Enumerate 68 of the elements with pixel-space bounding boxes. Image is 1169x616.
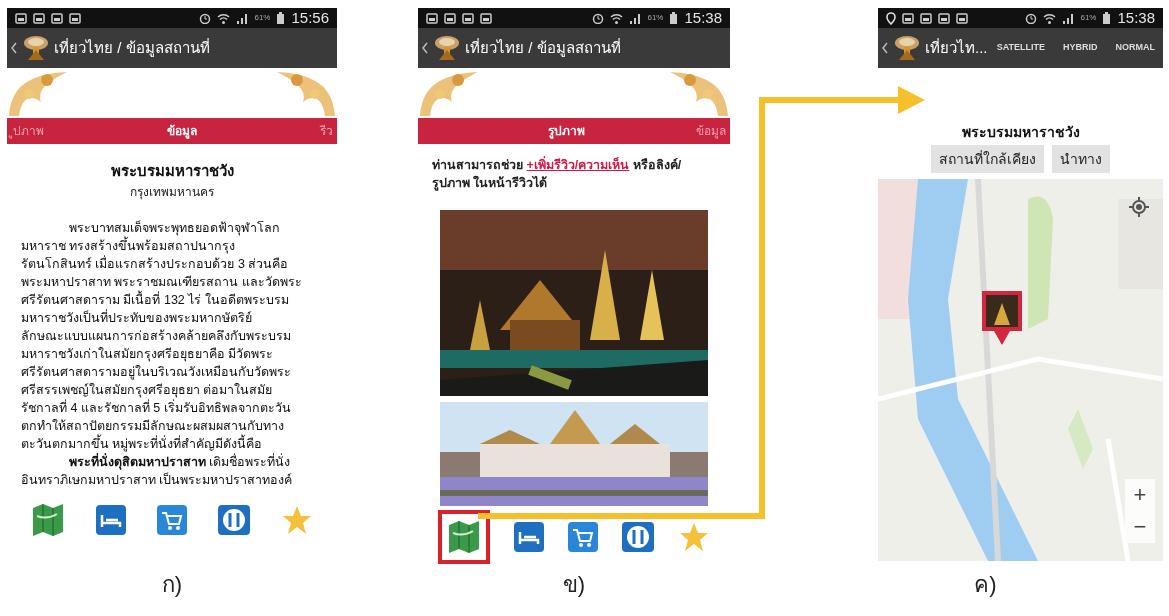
- notification-icon: [444, 12, 456, 24]
- notification-icon: [462, 12, 474, 24]
- bed-icon[interactable]: [95, 504, 126, 535]
- notification-icon: [902, 12, 914, 24]
- place-title: พระบรมมหาราชวัง: [960, 123, 1081, 142]
- location-icon: [886, 11, 896, 25]
- back-icon[interactable]: [882, 42, 889, 54]
- star-icon[interactable]: [678, 521, 710, 553]
- figure-caption: ข): [562, 572, 586, 597]
- review-notice: ท่านสามารถช่วย +เพิ่มรีวิว/ความเห็น หรือลิงค์/ รูปภาพ ในหน้ารีวิวได้: [431, 156, 683, 193]
- notification-icon: [938, 12, 950, 24]
- map-type-button[interactable]: NORMAL: [1115, 41, 1155, 55]
- app-logo-icon[interactable]: [22, 34, 50, 62]
- map-type-button[interactable]: SATELLITE: [996, 41, 1045, 55]
- map-type-button[interactable]: HYBRID: [1063, 41, 1098, 55]
- notification-icon: [51, 12, 63, 24]
- notification-icon: [33, 12, 45, 24]
- place-subtitle: กรุงเทพมหานคร: [129, 183, 215, 201]
- wifi-icon: [610, 12, 624, 24]
- cart-icon[interactable]: [156, 504, 187, 535]
- back-icon[interactable]: [422, 42, 429, 54]
- alarm-icon: [592, 12, 605, 24]
- signal-icon: [1062, 12, 1075, 24]
- battery-percent: 61%: [254, 12, 271, 24]
- map-icon[interactable]: [438, 510, 490, 564]
- wifi-icon: [217, 12, 231, 24]
- battery-percent: 61%: [647, 12, 664, 24]
- bed-icon[interactable]: [514, 522, 544, 552]
- notification-icon: [920, 12, 932, 24]
- notification-icon: [426, 12, 438, 24]
- map-pin-icon[interactable]: [980, 289, 1024, 347]
- my-location-icon[interactable]: [1129, 197, 1149, 217]
- clock-time: 15:38: [1117, 7, 1155, 28]
- app-logo-icon[interactable]: [893, 34, 921, 62]
- zoom-button[interactable]: −: [1125, 511, 1155, 543]
- notification-icon: [480, 12, 492, 24]
- cart-icon[interactable]: [568, 522, 598, 552]
- app-title: เที่ยวไทย / ข้อมูลสถานที่: [465, 37, 621, 59]
- battery-icon: [1102, 12, 1112, 24]
- app-logo-icon[interactable]: [433, 34, 461, 62]
- description-paragraph: พระบาทสมเด็จพระพุทธยอดฟ้าจุฬาโลก มหาราช ทรงสร้างขึ้นพร้อมสถาปนากรุง รัตนโกสินทร์ เมื่อแรกสร้างประกอบด้วย 3 ส่วนคือ พระมหาปราสาท พระราชมณเฑียรสถาน และวัดพระ ศรีรัตนศาสดาราม มีเนื้อที่ 132 ไร่ ในอดีตพระบรม มหาราชวังเป็นที่ประทับของพระมหากษัตริย์ ลักษณะแบบแผนการก่อสร้างคล้ายคลึงกับพระบรม มหาราชวังเก่าในสมัยกรุงศรีอยุธยาคือ มีวัดพระ ศรีรัตนศาสดารามอยู่ในบริเวณวังเหมือนกับวัดพระ ศรีสรรเพชญ์ในสมัยกรุงศรีอยุธยา ต่อมาในสมัย รัชกาลที่ 4 และรัชกาลที่ 5 เริ่มรับอิทธิพลจากตะวัน ตกทำให้สถาปัตยกรรมมีลักษณะผสมผสานกับทาง ตะวันตกมากขึ้น หมู่พระที่นั่งที่สำคัญมีดังนี้คือ: [21, 219, 303, 452]
- back-icon[interactable]: [11, 42, 18, 54]
- notification-icon: [15, 12, 27, 24]
- figure-caption: ก): [161, 572, 183, 597]
- alarm-icon: [1025, 12, 1038, 24]
- battery-icon: [276, 12, 286, 24]
- app-title: เที่ยวไท...: [925, 37, 988, 58]
- clock-time: 15:56: [291, 7, 329, 28]
- battery-percent: 61%: [1080, 12, 1097, 24]
- zoom-button[interactable]: +: [1125, 479, 1155, 511]
- notification-icon: [69, 12, 81, 24]
- map-action-button[interactable]: สถานที่ใกล้เคียง: [931, 145, 1044, 173]
- tab[interactable]: ข้อมูล: [163, 119, 201, 143]
- signal-icon: [236, 12, 249, 24]
- map-icon[interactable]: [30, 501, 65, 538]
- map-action-button[interactable]: นำทาง: [1052, 145, 1110, 173]
- figure-caption: ค): [974, 572, 997, 597]
- place-title: พระบรมมหาราชวัง: [109, 161, 235, 181]
- clock-time: 15:38: [684, 7, 722, 28]
- wifi-icon: [1043, 12, 1057, 24]
- app-title: เที่ยวไทย / ข้อมูลสถานที่: [54, 37, 210, 59]
- alarm-icon: [199, 12, 212, 24]
- tab[interactable]: รูปภาพ: [544, 119, 589, 143]
- battery-icon: [669, 12, 679, 24]
- notification-icon: [956, 12, 968, 24]
- add-review-link[interactable]: +เพิ่มรีวิว/ความเห็น: [526, 158, 630, 172]
- description-paragraph: พระที่นั่งดุสิตมหาปราสาท เดิมชื่อพระที่นั่ง อินทราภิเษกมหาปราสาท เป็นพระมหาปราสาทองค์: [21, 452, 337, 489]
- signal-icon: [629, 12, 642, 24]
